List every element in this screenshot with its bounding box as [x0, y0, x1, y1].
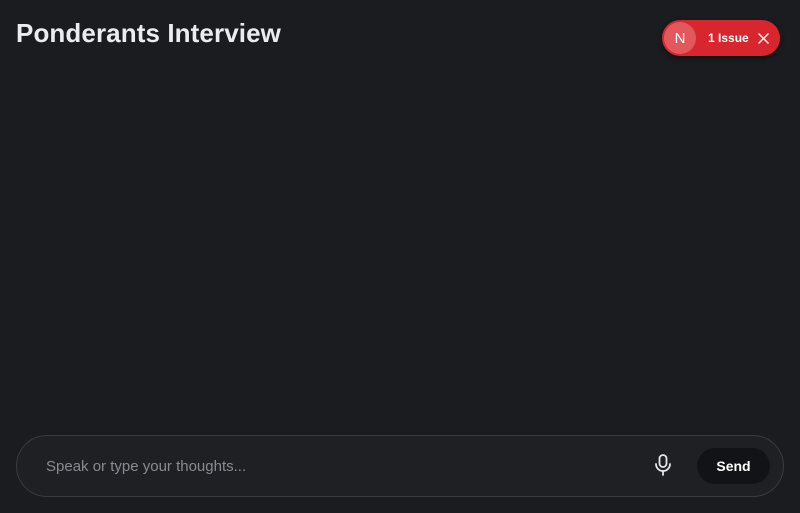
app-root: Ponderants Interview N 1 Issue Send	[0, 0, 800, 513]
message-input[interactable]	[46, 446, 641, 486]
microphone-button[interactable]	[649, 452, 677, 480]
page-title: Ponderants Interview	[16, 18, 281, 48]
message-composer: Send	[16, 435, 784, 497]
send-button[interactable]: Send	[697, 448, 770, 484]
microphone-icon	[654, 453, 672, 479]
close-icon[interactable]	[758, 32, 770, 44]
nextjs-logo-icon: N	[664, 22, 696, 54]
issue-indicator-badge[interactable]: N 1 Issue	[662, 20, 780, 56]
issue-count-label: 1 Issue	[708, 31, 749, 45]
